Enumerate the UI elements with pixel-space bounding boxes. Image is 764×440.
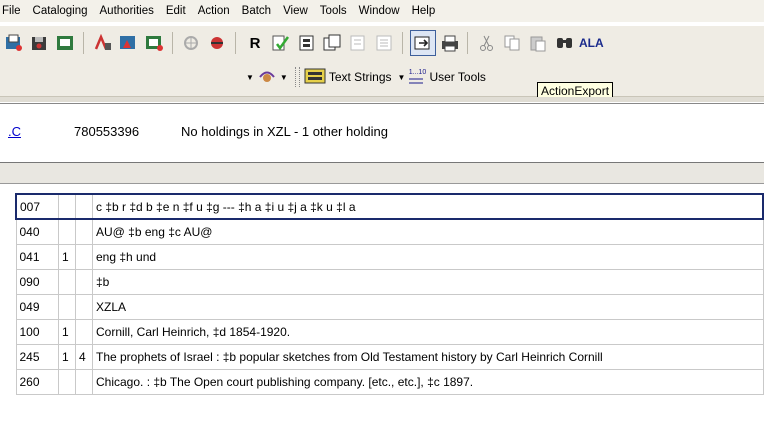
field-data[interactable]: c ‡b r ‡d b ‡e n ‡f u ‡g --- ‡h a ‡i u ‡… <box>92 193 764 220</box>
marc-field-row[interactable]: 007 c ‡b r ‡d b ‡e n ‡f u ‡g --- ‡h a ‡i … <box>15 193 764 220</box>
marc-field-row[interactable]: 041 1 eng ‡h und <box>15 243 764 270</box>
field-tag[interactable]: 100 <box>15 318 59 345</box>
delete-record-icon[interactable] <box>117 31 141 55</box>
edit-copy-icon[interactable] <box>321 31 345 55</box>
menu-file[interactable]: File <box>0 5 30 17</box>
menu-view[interactable]: View <box>280 5 317 17</box>
toolbar-separator <box>467 32 468 54</box>
copy-record-icon[interactable] <box>143 31 167 55</box>
ocn-number: 780553396 <box>74 124 140 139</box>
field-data[interactable]: XZLA <box>92 293 764 320</box>
secondary-toolbar: ▼ ▼ Text Strings ▼ 1...10 User Tools <box>0 60 764 97</box>
indicator-2[interactable] <box>75 243 93 270</box>
reference-icon[interactable] <box>269 31 293 55</box>
field-tag[interactable]: 007 <box>15 193 59 220</box>
cut-icon[interactable] <box>475 31 499 55</box>
secondary-toolbar-content: ▼ ▼ Text Strings ▼ 1...10 User Tools <box>243 66 486 88</box>
field-tag[interactable]: 049 <box>15 293 59 320</box>
chevron-down-icon[interactable]: ▼ <box>398 73 406 82</box>
spacer <box>0 146 764 163</box>
field-tag[interactable]: 260 <box>15 368 59 395</box>
menu-cataloging[interactable]: Cataloging <box>30 5 97 17</box>
indicator-1[interactable] <box>58 268 76 295</box>
field-data[interactable]: ‡b <box>92 268 764 295</box>
flag-icon[interactable] <box>180 31 204 55</box>
field-tag[interactable]: 090 <box>15 268 59 295</box>
disabled-copy-icon[interactable] <box>347 31 371 55</box>
indicator-1[interactable] <box>58 218 76 245</box>
menu-bar: File Cataloging Authorities Edit Action … <box>0 0 764 22</box>
field-data[interactable]: eng ‡h und <box>92 243 764 270</box>
marc-record-body: 007 c ‡b r ‡d b ‡e n ‡f u ‡g --- ‡h a ‡i … <box>15 193 764 395</box>
indicator-1[interactable]: 1 <box>58 243 76 270</box>
user-tools-icon-text: 1...10 <box>408 68 427 76</box>
marc-record-table: 007 c ‡b r ‡d b ‡e n ‡f u ‡g --- ‡h a ‡i … <box>15 193 764 395</box>
indicator-1[interactable] <box>58 293 76 320</box>
menu-tools[interactable]: Tools <box>317 5 356 17</box>
chevron-down-icon[interactable]: ▼ <box>246 73 254 82</box>
keyboard-icon <box>304 68 326 87</box>
field-tag[interactable]: 245 <box>15 343 59 370</box>
text-strings-button[interactable]: Text Strings <box>329 70 392 84</box>
holdings-status: No holdings in XZL - 1 other holding <box>181 124 388 139</box>
field-data[interactable]: The prophets of Israel : ‡b popular sket… <box>92 343 764 370</box>
toolbar-grip[interactable] <box>294 67 300 87</box>
field-data[interactable]: Chicago. : ‡b The Open court publishing … <box>92 368 764 395</box>
replace-record-icon[interactable] <box>54 31 78 55</box>
disabled-list-icon[interactable] <box>373 31 397 55</box>
toolbar-divider <box>0 97 764 102</box>
indicator-2[interactable] <box>75 268 93 295</box>
new-record-icon[interactable] <box>2 31 26 55</box>
produce-icon[interactable] <box>206 31 230 55</box>
toolbar-separator <box>402 32 403 54</box>
menu-edit[interactable]: Edit <box>163 5 195 17</box>
toolbar-separator <box>172 32 173 54</box>
reformat-icon[interactable]: R <box>243 31 267 55</box>
user-tools-button[interactable]: User Tools <box>429 70 485 84</box>
menu-help[interactable]: Help <box>409 5 445 17</box>
fixed-field-bar <box>0 163 764 184</box>
indicator-1[interactable] <box>58 193 76 220</box>
marc-field-row[interactable]: 100 1 Cornill, Carl Heinrich, ‡d 1854-1920… <box>15 318 764 345</box>
record-info-bar: .C 780553396 No holdings in XZL - 1 othe… <box>0 103 764 147</box>
indicator-2[interactable] <box>75 368 93 395</box>
validate-icon[interactable] <box>91 31 115 55</box>
toolbar-separator <box>83 32 84 54</box>
marc-field-row[interactable]: 245 1 4 The prophets of Israel : ‡b popular… <box>15 343 764 370</box>
indicator-2[interactable] <box>75 318 93 345</box>
menu-authorities[interactable]: Authorities <box>97 5 163 17</box>
indicator-2[interactable] <box>75 218 93 245</box>
menu-action[interactable]: Action <box>195 5 239 17</box>
marc-field-row[interactable]: 040 AU@ ‡b eng ‡c AU@ <box>15 218 764 245</box>
field-tag[interactable]: 040 <box>15 218 59 245</box>
record-link[interactable]: .C <box>8 124 21 139</box>
menu-window[interactable]: Window <box>356 5 409 17</box>
indicator-2[interactable] <box>75 193 93 220</box>
marc-field-row[interactable]: 090 ‡b <box>15 268 764 295</box>
indicator-1[interactable]: 1 <box>58 318 76 345</box>
indicator-2[interactable]: 4 <box>75 343 93 370</box>
paste-icon[interactable] <box>527 31 551 55</box>
menu-batch[interactable]: Batch <box>239 5 280 17</box>
macro-icon[interactable] <box>257 67 277 88</box>
edit-record-icon[interactable] <box>295 31 319 55</box>
user-tools-icon: 1...10 <box>408 69 426 86</box>
export-record-icon[interactable] <box>410 30 436 56</box>
find-icon[interactable] <box>553 31 577 55</box>
main-toolbar: R ALA <box>0 25 764 61</box>
indicator-1[interactable] <box>58 368 76 395</box>
save-record-icon[interactable] <box>28 31 52 55</box>
toolbar-separator <box>235 32 236 54</box>
ala-label[interactable]: ALA <box>579 31 604 55</box>
print-icon[interactable] <box>438 31 462 55</box>
field-data[interactable]: Cornill, Carl Heinrich, ‡d 1854-1920. <box>92 318 764 345</box>
indicator-2[interactable] <box>75 293 93 320</box>
copy-icon[interactable] <box>501 31 525 55</box>
field-tag[interactable]: 041 <box>15 243 59 270</box>
marc-field-row[interactable]: 260 Chicago. : ‡b The Open court publishi… <box>15 368 764 395</box>
indicator-1[interactable]: 1 <box>58 343 76 370</box>
marc-field-row[interactable]: 049 XZLA <box>15 293 764 320</box>
field-data[interactable]: AU@ ‡b eng ‡c AU@ <box>92 218 764 245</box>
chevron-down-icon[interactable]: ▼ <box>280 73 288 82</box>
